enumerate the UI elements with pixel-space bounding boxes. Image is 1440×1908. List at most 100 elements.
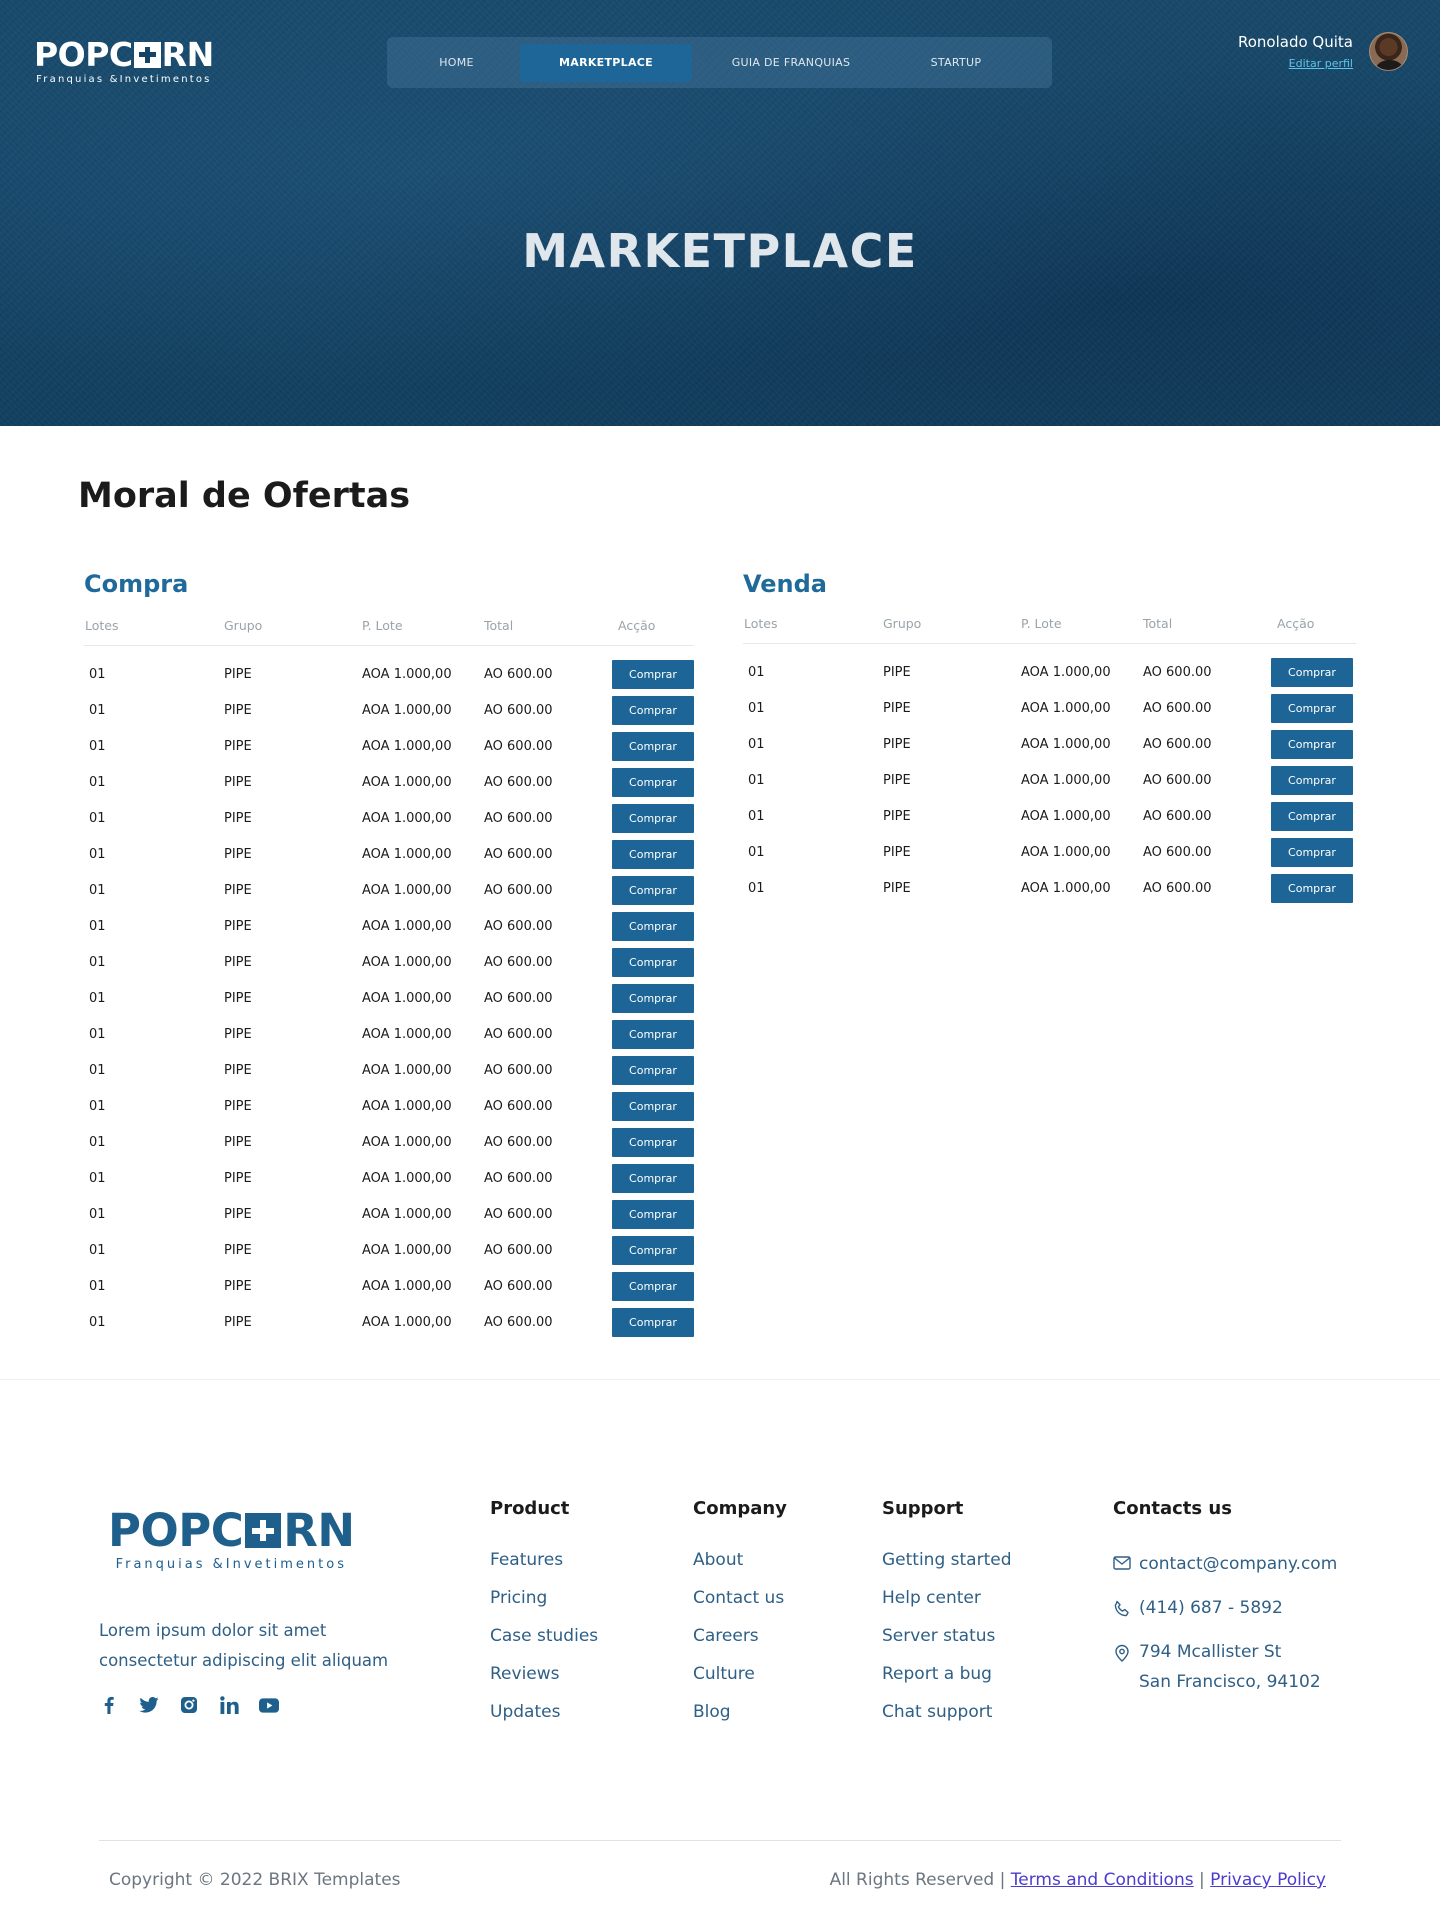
cell-total: AO 600.00	[484, 918, 553, 934]
cell-total: AO 600.00	[484, 774, 553, 790]
cell-total: AO 600.00	[484, 1206, 553, 1222]
comprar-button[interactable]: Comprar	[1271, 873, 1353, 903]
footer-link-help-center[interactable]: Help center	[882, 1587, 1012, 1625]
footer-link-reviews[interactable]: Reviews	[490, 1663, 598, 1701]
footer-description: Lorem ipsum dolor sit amet consectetur a…	[99, 1621, 389, 1670]
cell-total: AO 600.00	[1143, 808, 1212, 824]
footer-link-server-status[interactable]: Server status	[882, 1625, 1012, 1663]
cell-p-lote: AOA 1.000,00	[362, 702, 452, 718]
cell-grupo: PIPE	[224, 1098, 252, 1114]
footer-link-about[interactable]: About	[693, 1549, 787, 1587]
cell-grupo: PIPE	[883, 844, 911, 860]
cell-accao: Comprar	[612, 1019, 694, 1049]
column-header-accao: Acção	[1277, 616, 1315, 631]
comprar-button[interactable]: Comprar	[1271, 693, 1353, 723]
table-row: 01 PIPE AOA 1.000,00 AO 600.00 Comprar	[84, 800, 694, 836]
cell-p-lote: AOA 1.000,00	[1021, 808, 1111, 824]
comprar-button[interactable]: Comprar	[1271, 729, 1353, 759]
footer-link-culture[interactable]: Culture	[693, 1663, 787, 1701]
cell-accao: Comprar	[612, 1127, 694, 1157]
comprar-button[interactable]: Comprar	[612, 659, 694, 689]
comprar-button[interactable]: Comprar	[612, 1055, 694, 1085]
comprar-button[interactable]: Comprar	[612, 1307, 694, 1337]
nav-item-guia-de-franquias[interactable]: GUIA DE FRANQUIAS	[692, 44, 890, 82]
contact-phone-text: (414) 687 - 5892	[1139, 1598, 1283, 1618]
cell-lotes: 01	[89, 1098, 106, 1114]
linkedin-icon[interactable]	[219, 1695, 239, 1715]
comprar-button[interactable]: Comprar	[1271, 657, 1353, 687]
comprar-button[interactable]: Comprar	[612, 695, 694, 725]
hero-header: POPC RN Franquias &Invetimentos HOME MAR…	[0, 0, 1440, 426]
comprar-button[interactable]: Comprar	[612, 911, 694, 941]
edit-profile-link[interactable]: Editar perfil	[1289, 57, 1353, 70]
brand-logo[interactable]: POPC RN Franquias &Invetimentos	[34, 38, 214, 85]
cell-p-lote: AOA 1.000,00	[362, 882, 452, 898]
contact-email[interactable]: contact@company.com	[1113, 1549, 1337, 1579]
comprar-button[interactable]: Comprar	[612, 1091, 694, 1121]
comprar-button[interactable]: Comprar	[612, 1019, 694, 1049]
instagram-icon[interactable]	[179, 1695, 199, 1715]
twitter-icon[interactable]	[139, 1695, 159, 1715]
table-row: 01 PIPE AOA 1.000,00 AO 600.00 Comprar	[743, 834, 1356, 870]
cell-p-lote: AOA 1.000,00	[362, 1062, 452, 1078]
contact-phone[interactable]: (414) 687 - 5892	[1113, 1593, 1337, 1623]
cell-lotes: 01	[89, 702, 106, 718]
section-divider	[0, 1379, 1440, 1380]
cell-total: AO 600.00	[484, 1314, 553, 1330]
footer-link-updates[interactable]: Updates	[490, 1701, 598, 1739]
footer-link-chat-support[interactable]: Chat support	[882, 1701, 1012, 1739]
cell-accao: Comprar	[612, 983, 694, 1013]
venda-rows: 01 PIPE AOA 1.000,00 AO 600.00 Comprar 01 PIPE…	[743, 654, 1356, 906]
comprar-button[interactable]: Comprar	[612, 1271, 694, 1301]
comprar-button[interactable]: Comprar	[1271, 765, 1353, 795]
cell-accao: Comprar	[612, 947, 694, 977]
comprar-button[interactable]: Comprar	[612, 1235, 694, 1265]
footer-link-report-a-bug[interactable]: Report a bug	[882, 1663, 1012, 1701]
comprar-button[interactable]: Comprar	[612, 1199, 694, 1229]
privacy-link[interactable]: Privacy Policy	[1210, 1870, 1326, 1890]
avatar[interactable]	[1369, 32, 1408, 71]
footer-contacts-title: Contacts us	[1113, 1498, 1232, 1519]
footer-link-contact-us[interactable]: Contact us	[693, 1587, 787, 1625]
table-row: 01 PIPE AOA 1.000,00 AO 600.00 Comprar	[743, 870, 1356, 906]
comprar-button[interactable]: Comprar	[612, 839, 694, 869]
comprar-button[interactable]: Comprar	[612, 947, 694, 977]
cell-accao: Comprar	[612, 1091, 694, 1121]
address-line-1: 794 Mcallister St	[1139, 1642, 1282, 1662]
footer-link-blog[interactable]: Blog	[693, 1701, 787, 1739]
cell-p-lote: AOA 1.000,00	[1021, 700, 1111, 716]
footer-link-careers[interactable]: Careers	[693, 1625, 787, 1663]
cell-lotes: 01	[89, 1206, 106, 1222]
comprar-button[interactable]: Comprar	[612, 1127, 694, 1157]
table-row: 01 PIPE AOA 1.000,00 AO 600.00 Comprar	[84, 944, 694, 980]
cell-accao: Comprar	[612, 911, 694, 941]
comprar-button[interactable]: Comprar	[612, 803, 694, 833]
comprar-button[interactable]: Comprar	[612, 1163, 694, 1193]
facebook-icon[interactable]	[99, 1695, 119, 1715]
cell-accao: Comprar	[612, 1307, 694, 1337]
footer-link-features[interactable]: Features	[490, 1549, 598, 1587]
footer-link-getting-started[interactable]: Getting started	[882, 1549, 1012, 1587]
table-row: 01 PIPE AOA 1.000,00 AO 600.00 Comprar	[84, 1268, 694, 1304]
table-row: 01 PIPE AOA 1.000,00 AO 600.00 Comprar	[84, 872, 694, 908]
comprar-button[interactable]: Comprar	[612, 875, 694, 905]
table-row: 01 PIPE AOA 1.000,00 AO 600.00 Comprar	[84, 656, 694, 692]
nav-item-startup[interactable]: STARTUP	[890, 44, 1022, 82]
nav-item-marketplace[interactable]: MARKETPLACE	[520, 43, 692, 82]
terms-link[interactable]: Terms and Conditions	[1011, 1870, 1194, 1890]
legal-separator: |	[1199, 1870, 1205, 1890]
table-row: 01 PIPE AOA 1.000,00 AO 600.00 Comprar	[84, 764, 694, 800]
comprar-button[interactable]: Comprar	[1271, 801, 1353, 831]
youtube-icon[interactable]	[259, 1695, 279, 1715]
footer-logo[interactable]: POPC RN Franquias &Invetimentos	[108, 1508, 355, 1572]
comprar-button[interactable]: Comprar	[1271, 837, 1353, 867]
footer-link-pricing[interactable]: Pricing	[490, 1587, 598, 1625]
footer-link-case-studies[interactable]: Case studies	[490, 1625, 598, 1663]
column-header-p-lote: P. Lote	[1021, 616, 1062, 631]
comprar-button[interactable]: Comprar	[612, 731, 694, 761]
cell-lotes: 01	[89, 990, 106, 1006]
nav-item-home[interactable]: HOME	[393, 44, 520, 82]
cell-lotes: 01	[89, 1170, 106, 1186]
comprar-button[interactable]: Comprar	[612, 767, 694, 797]
comprar-button[interactable]: Comprar	[612, 983, 694, 1013]
